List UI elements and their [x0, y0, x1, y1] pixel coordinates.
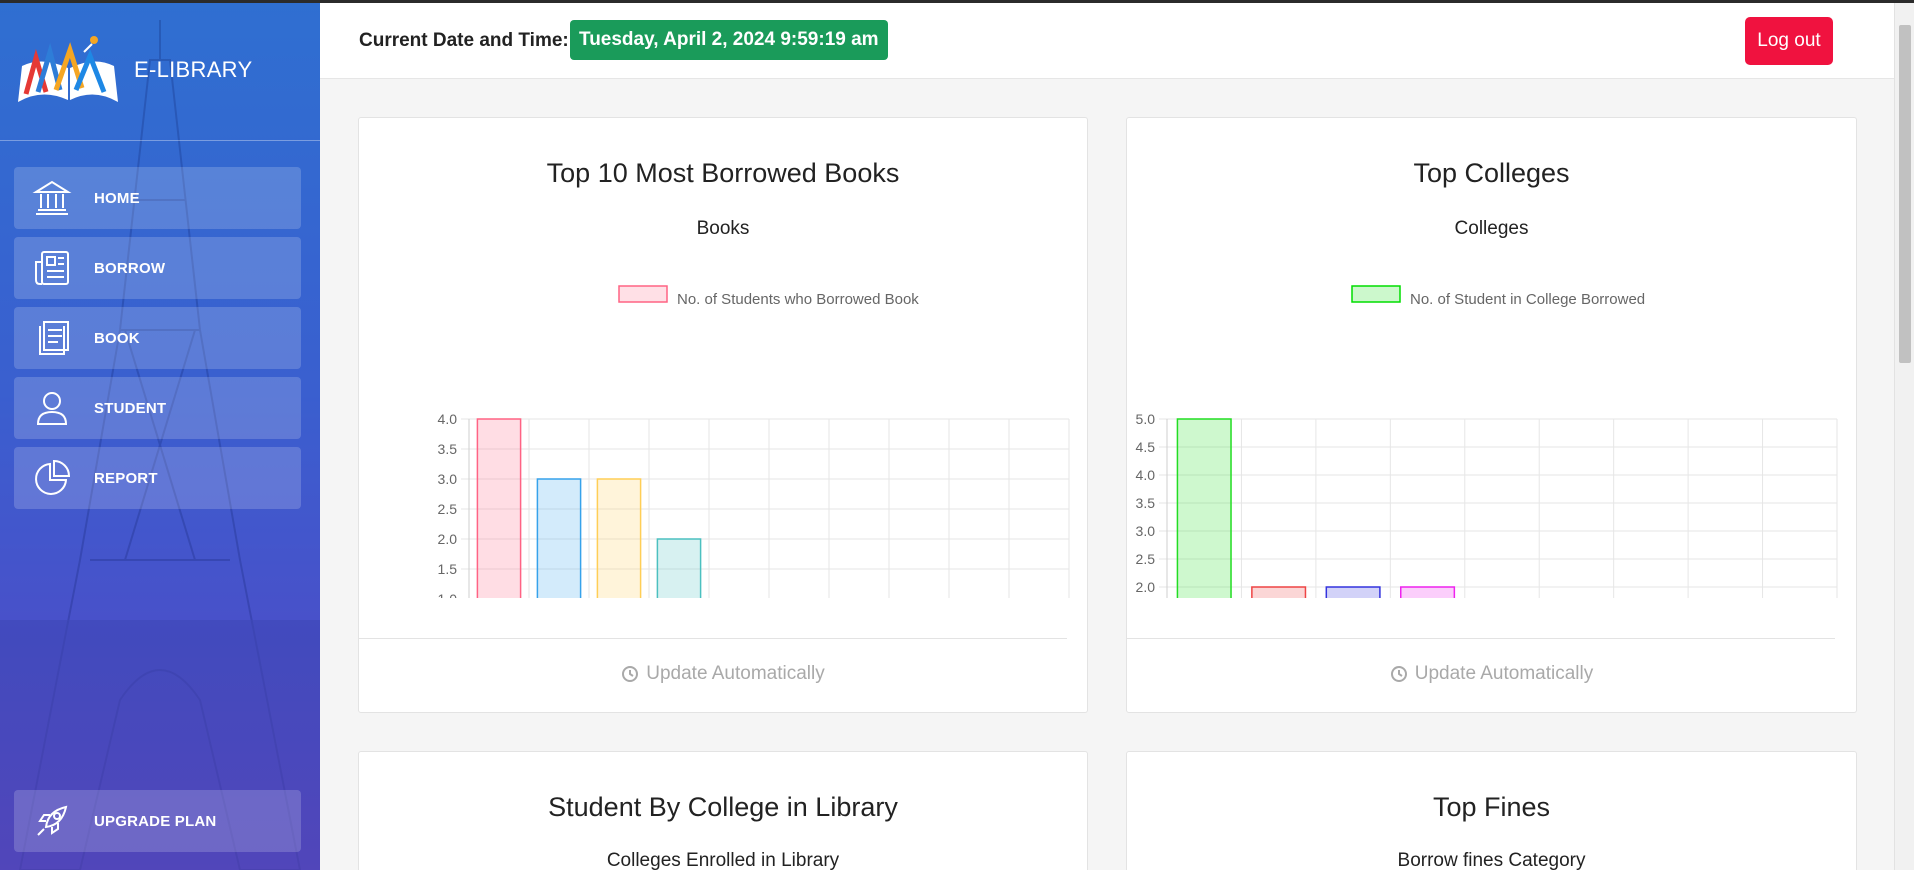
y-tick-label: 1.0 [438, 591, 458, 598]
top-fines-card: Top Fines Borrow fines Category [1126, 751, 1857, 870]
legend-label: No. of Student in College Borrowed [1410, 291, 1645, 308]
sidebar: E-LIBRARY HOME BORROW BOOK STUDENT REPOR… [0, 0, 320, 870]
datetime-badge: Tuesday, April 2, 2024 9:59:19 am [570, 20, 888, 60]
sidebar-item-student[interactable]: STUDENT [14, 377, 301, 439]
card-subtitle: Books [696, 218, 750, 239]
sidebar-item-label: BOOK [94, 329, 140, 347]
y-tick-label: 4.0 [438, 411, 458, 427]
page-scrollbar[interactable] [1894, 3, 1914, 870]
card-subtitle: Colleges Enrolled in Library [606, 850, 840, 870]
rocket-icon [37, 805, 68, 836]
sidebar-item-book[interactable]: BOOK [14, 307, 301, 369]
books-bar-chart: No. of Students who Borrowed Book 4.0 3.5 3… [438, 285, 1070, 598]
colleges-bar-chart: No. of Student in College Borrowed 5.0 4.5… [1136, 285, 1838, 598]
bar [1251, 586, 1307, 598]
sidebar-item-label: STUDENT [94, 399, 167, 417]
newspaper-icon [35, 251, 69, 285]
logout-button[interactable]: Log out [1745, 17, 1833, 65]
card-divider [359, 638, 1067, 639]
card-subtitle: Borrow fines Category [1397, 850, 1586, 870]
card-title: Top Fines [1432, 792, 1551, 822]
e-library-logo [18, 36, 118, 102]
bar [536, 478, 582, 598]
student-by-college-card: Student By College in Library Colleges E… [358, 751, 1088, 870]
legend-swatch [1351, 285, 1401, 303]
browser-top-edge [0, 0, 1914, 3]
bar [476, 418, 522, 598]
user-icon [36, 392, 68, 425]
upgrade-plan-label: UPGRADE PLAN [94, 812, 217, 830]
clock-icon [622, 666, 639, 682]
card-title: Top 10 Most Borrowed Books [546, 158, 900, 188]
card-divider [1127, 638, 1835, 639]
card-subtitle: Colleges [1454, 218, 1529, 239]
datetime-label: Current Date and Time: [359, 30, 569, 51]
sidebar-item-home[interactable]: HOME [14, 167, 301, 229]
sidebar-item-report[interactable]: REPORT [14, 447, 301, 509]
bar [596, 478, 642, 598]
top-header: Current Date and Time: Tuesday, April 2,… [320, 3, 1894, 79]
brand[interactable]: E-LIBRARY [12, 30, 252, 110]
sidebar-item-label: REPORT [94, 469, 158, 487]
scrollbar-thumb[interactable] [1899, 25, 1911, 363]
bar [1400, 586, 1456, 598]
bar [1325, 586, 1381, 598]
y-tick-label: 1.5 [438, 561, 458, 577]
sidebar-item-label: HOME [94, 189, 140, 207]
sidebar-divider [0, 140, 320, 141]
card-title: Top Colleges [1413, 158, 1570, 188]
y-tick-label: 4.5 [1136, 439, 1156, 455]
card-footer: Update Automatically [1127, 663, 1856, 685]
y-tick-label: 3.5 [1136, 495, 1156, 511]
y-tick-label: 3.5 [438, 441, 458, 457]
y-tick-label: 2.0 [438, 531, 458, 547]
sidebar-item-borrow[interactable]: BORROW [14, 237, 301, 299]
y-tick-label: 2.0 [1136, 579, 1156, 595]
bar [1176, 418, 1232, 598]
update-automatically-text: Update Automatically [1414, 663, 1594, 684]
upgrade-plan-button[interactable]: UPGRADE PLAN [14, 790, 301, 852]
document-icon [39, 321, 69, 355]
brand-name: E-LIBRARY [134, 57, 253, 82]
y-tick-label: 3.0 [1136, 523, 1156, 539]
y-tick-label: 4.0 [1136, 467, 1156, 483]
chart-legend: No. of Student in College Borrowed [1351, 285, 1645, 308]
y-tick-label: 2.5 [1136, 551, 1156, 567]
card-title: Student By College in Library [548, 792, 898, 822]
pie-chart-icon [35, 459, 71, 495]
update-automatically-text: Update Automatically [646, 663, 825, 684]
y-tick-label: 3.0 [438, 471, 458, 487]
y-tick-label: 2.5 [438, 501, 458, 517]
colleges-chart-card: Top Colleges Colleges No. of Student in … [1126, 117, 1857, 713]
clock-icon [1390, 666, 1407, 682]
card-footer: Update Automatically [359, 663, 1087, 685]
legend-label: No. of Students who Borrowed Book [677, 291, 919, 308]
books-chart-card: Top 10 Most Borrowed Books Books No. of … [358, 117, 1088, 713]
y-tick-label: 5.0 [1136, 411, 1156, 427]
sidebar-item-label: BORROW [94, 259, 166, 277]
legend-swatch [618, 285, 668, 303]
chart-legend: No. of Students who Borrowed Book [618, 285, 919, 308]
bank-icon [32, 180, 72, 215]
bar [656, 538, 702, 598]
